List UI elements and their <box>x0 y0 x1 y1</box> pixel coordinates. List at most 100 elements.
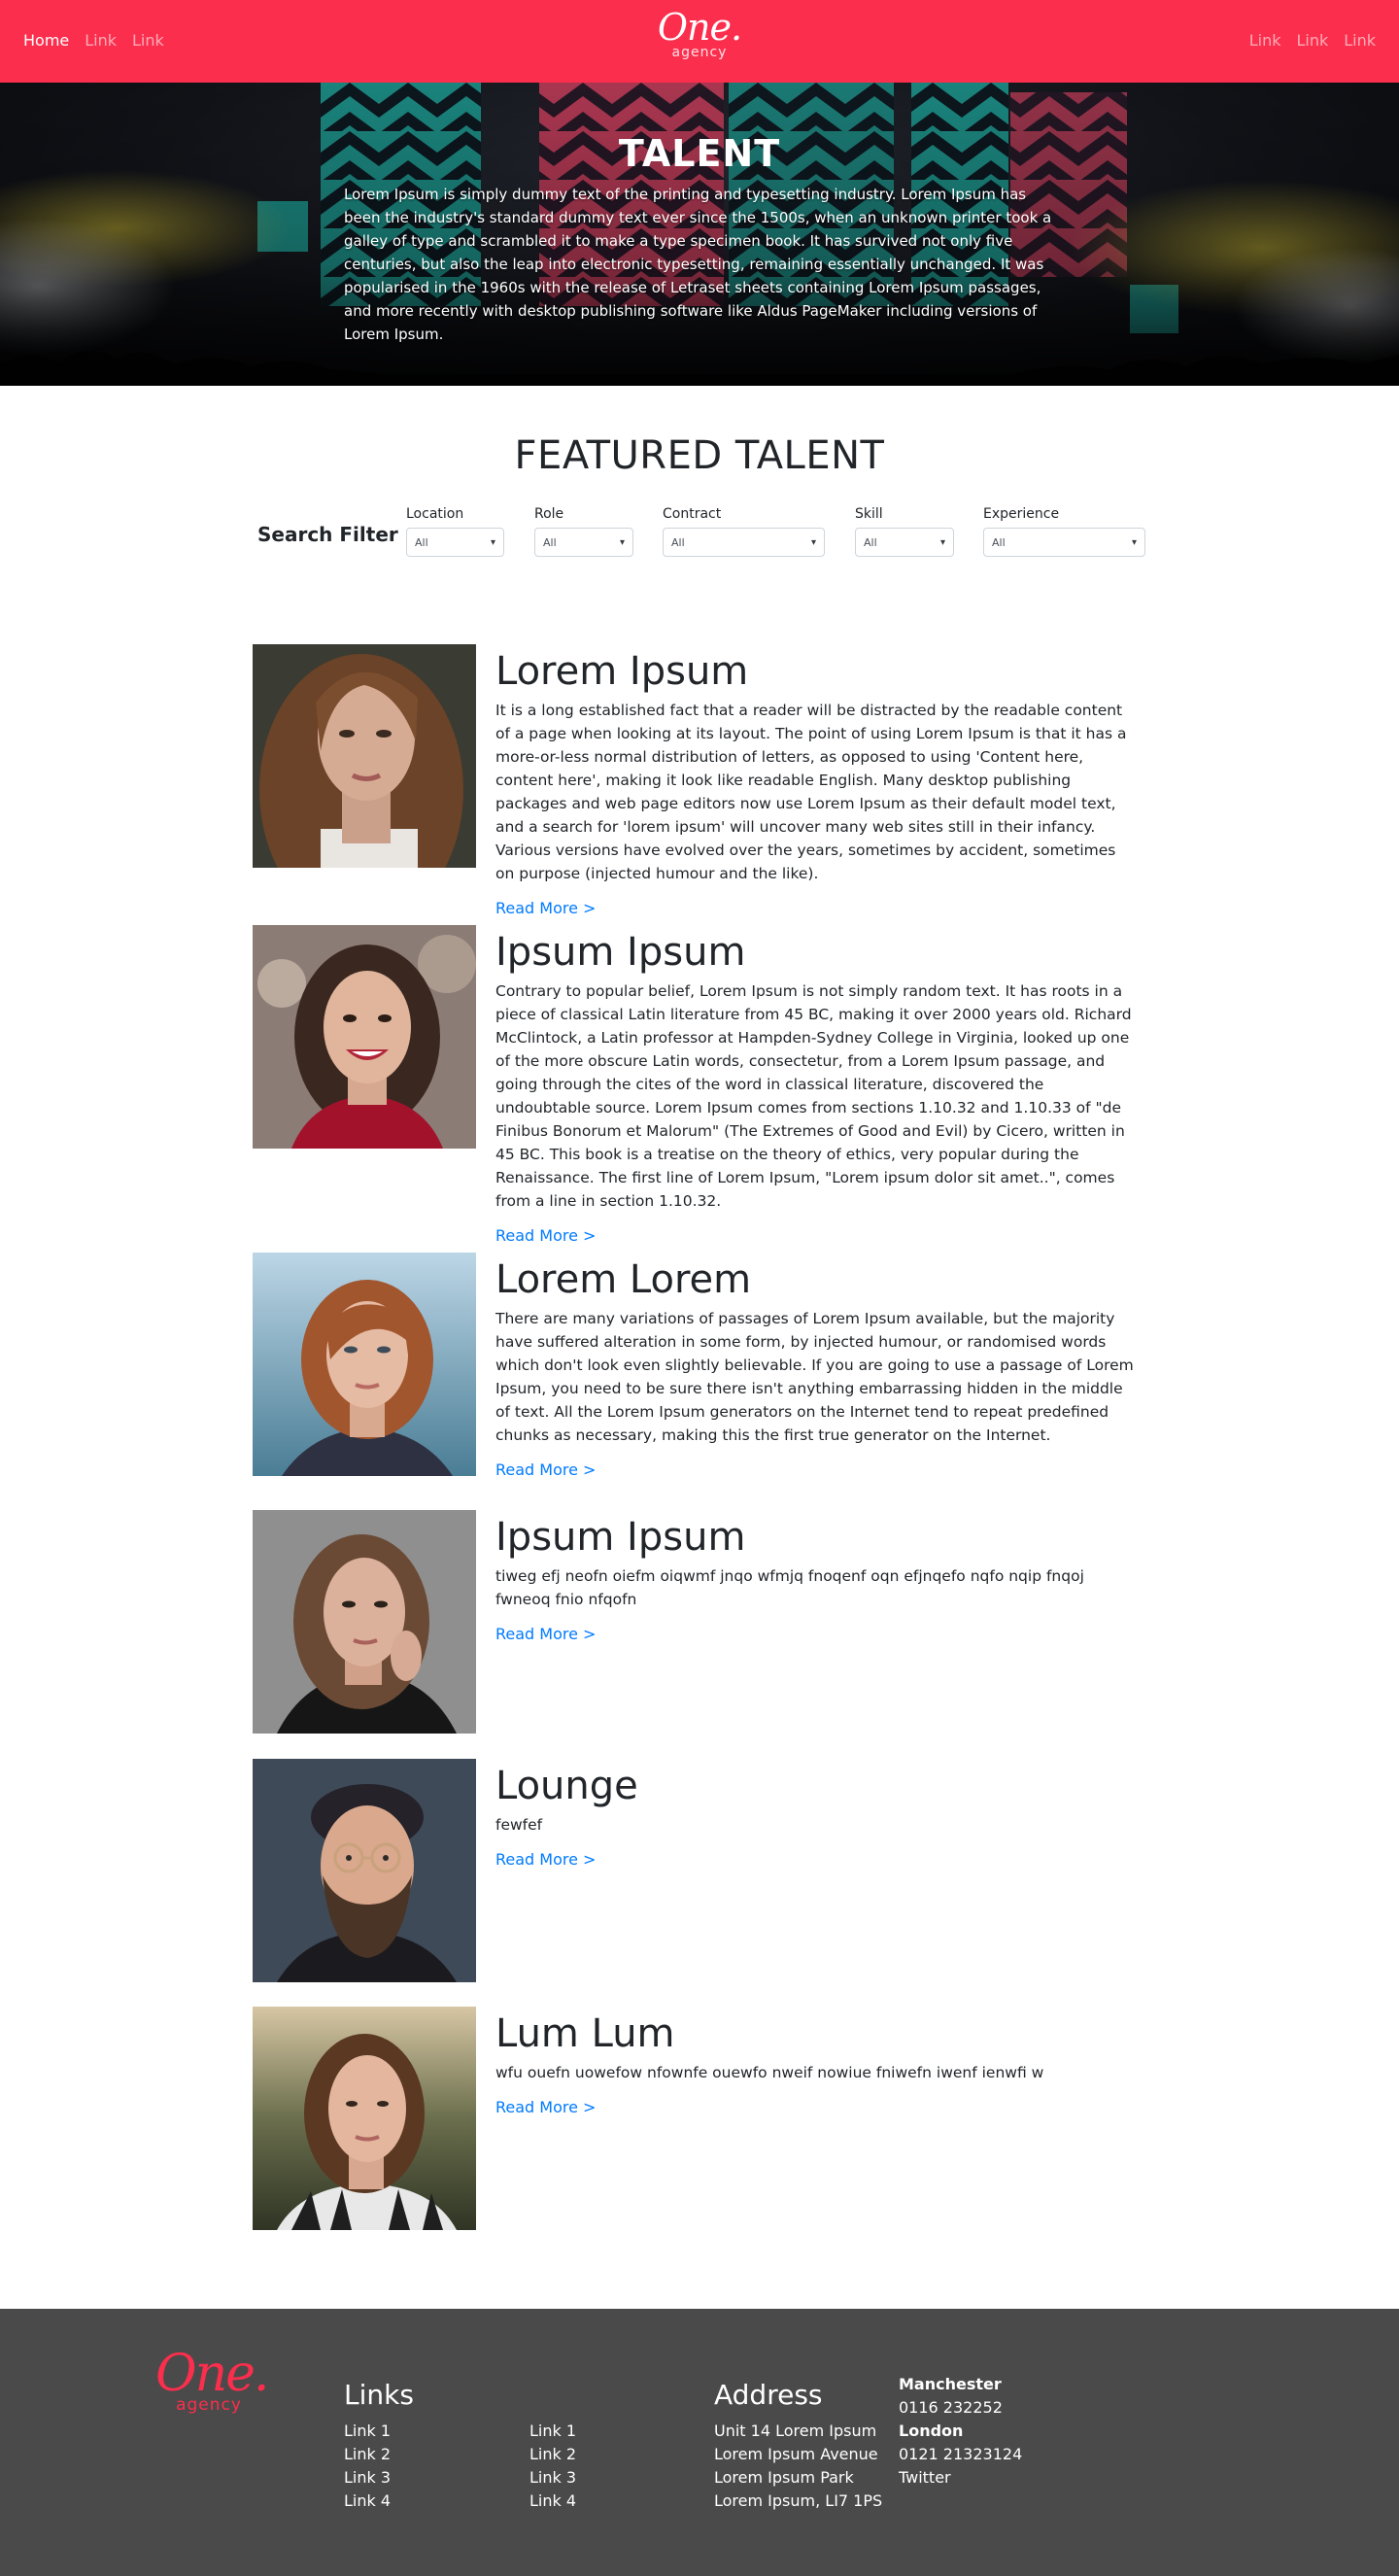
talent-name: Ipsum Ipsum <box>495 930 746 975</box>
chevron-down-icon: ▾ <box>619 536 625 548</box>
contact-london-label: London <box>899 2421 964 2440</box>
footer-address-heading: Address <box>714 2379 823 2411</box>
talent-info: Ipsum Ipsum tiweg efj neofn oiefm oiqwmf… <box>495 1510 1137 1646</box>
footer-link[interactable]: Link 3 <box>344 2466 391 2490</box>
filter-contract-value: All <box>671 535 685 549</box>
brand-logo[interactable]: One. agency <box>641 8 758 60</box>
top-navbar: Home Link Link One. agency Link Link Lin… <box>0 0 1399 83</box>
nav-link[interactable]: Link <box>1249 31 1281 51</box>
talent-description: It is a long established fact that a rea… <box>495 702 1127 882</box>
footer-link[interactable]: Link 1 <box>344 2420 391 2443</box>
talent-photo[interactable] <box>253 644 476 868</box>
filter-skill-select[interactable]: All ▾ <box>855 528 954 557</box>
talent-name: Lum Lum <box>495 2011 675 2056</box>
read-more-link[interactable]: Read More > <box>495 1459 596 1482</box>
footer-link[interactable]: Link 2 <box>344 2443 391 2466</box>
talent-description: tiweg efj neofn oiefm oiqwmf jnqo wfmjq … <box>495 1567 1084 1608</box>
talent-info: Lorem Ipsum It is a long established fac… <box>495 644 1137 920</box>
read-more-link[interactable]: Read More > <box>495 1224 596 1248</box>
footer-link[interactable]: Link 2 <box>529 2443 576 2466</box>
read-more-link[interactable]: Read More > <box>495 2096 596 2119</box>
footer-address: Unit 14 Lorem Ipsum Lorem Ipsum Avenue L… <box>714 2420 882 2513</box>
talent-name: Lounge <box>495 1764 638 1808</box>
nav-right: Link Link Link <box>1249 31 1376 51</box>
read-more-link[interactable]: Read More > <box>495 1848 596 1872</box>
address-line: Lorem Ipsum Avenue <box>714 2445 878 2463</box>
nav-link[interactable]: Link <box>1296 31 1328 51</box>
hero-title: TALENT <box>618 132 781 175</box>
footer-logo[interactable]: One. agency <box>155 2345 269 2414</box>
hero-text: Lorem Ipsum is simply dummy text of the … <box>344 186 1052 343</box>
footer-links-heading: Links <box>344 2379 414 2411</box>
talent-name: Lorem Lorem <box>495 1257 752 1302</box>
nav-link-home[interactable]: Home <box>23 31 69 51</box>
talent-info: Lounge fewfef Read More > <box>495 1759 1137 1872</box>
footer-links-col-2: Link 1 Link 2 Link 3 Link 4 <box>529 2420 576 2513</box>
read-more-link[interactable]: Read More > <box>495 897 596 920</box>
filter-skill-value: All <box>864 535 877 549</box>
talent-list: Lorem Ipsum It is a long established fac… <box>0 644 1399 2309</box>
talent-description: There are many variations of passages of… <box>495 1310 1134 1444</box>
filter-experience: Experience All ▾ <box>983 505 1145 557</box>
nav-left: Home Link Link <box>23 31 164 51</box>
filter-experience-label: Experience <box>983 506 1060 522</box>
contact-manchester-phone: 0116 232252 <box>899 2398 1003 2417</box>
talent-info: Lum Lum wfu ouefn uowefow nfownfe ouewfo… <box>495 2007 1137 2119</box>
footer-link[interactable]: Link 4 <box>344 2490 391 2513</box>
portrait-image <box>253 1253 476 1476</box>
read-more-link[interactable]: Read More > <box>495 1623 596 1646</box>
talent-photo[interactable] <box>253 2007 476 2230</box>
nav-link[interactable]: Link <box>85 31 117 51</box>
brand-logo-script: One. <box>657 6 742 49</box>
filter-experience-value: All <box>992 535 1006 549</box>
filter-role-value: All <box>543 535 557 549</box>
footer-links-col-1: Link 1 Link 2 Link 3 Link 4 <box>344 2420 391 2513</box>
talent-name: Lorem Ipsum <box>495 649 749 694</box>
site-footer: One. agency Links Link 1 Link 2 Link 3 L… <box>0 2309 1399 2576</box>
filter-contract-select[interactable]: All ▾ <box>663 528 825 557</box>
contact-london-phone: 0121 21323124 <box>899 2445 1023 2463</box>
portrait-image <box>253 644 476 868</box>
filter-location: Location All ▾ <box>406 505 504 557</box>
filter-contract: Contract All ▾ <box>663 505 825 557</box>
address-line: Lorem Ipsum, LI7 1PS <box>714 2491 883 2510</box>
talent-photo[interactable] <box>253 1253 476 1476</box>
filter-role-select[interactable]: All ▾ <box>534 528 633 557</box>
filter-role: Role All ▾ <box>534 505 633 557</box>
nav-link[interactable]: Link <box>1344 31 1376 51</box>
nav-link[interactable]: Link <box>132 31 164 51</box>
search-filter: Search Filter Location All ▾ Role All ▾ … <box>0 479 1399 644</box>
talent-description: wfu ouefn uowefow nfownfe ouewfo nweif n… <box>495 2064 1044 2081</box>
filter-contract-label: Contract <box>663 506 722 522</box>
chevron-down-icon: ▾ <box>939 536 945 548</box>
filter-experience-select[interactable]: All ▾ <box>983 528 1145 557</box>
talent-photo[interactable] <box>253 925 476 1149</box>
chevron-down-icon: ▾ <box>810 536 816 548</box>
featured-talent-heading: FEATURED TALENT <box>514 433 885 478</box>
talent-info: Ipsum Ipsum Contrary to popular belief, … <box>495 925 1137 1248</box>
address-line: Lorem Ipsum Park <box>714 2468 854 2487</box>
talent-photo[interactable] <box>253 1759 476 1982</box>
footer-link[interactable]: Link 1 <box>529 2420 576 2443</box>
chevron-down-icon: ▾ <box>490 536 495 548</box>
filter-skill-label: Skill <box>855 506 883 522</box>
twitter-link[interactable]: Twitter <box>899 2466 1022 2490</box>
footer-link[interactable]: Link 4 <box>529 2490 576 2513</box>
talent-info: Lorem Lorem There are many variations of… <box>495 1253 1137 1482</box>
talent-description: fewfef <box>495 1816 543 1834</box>
footer-link[interactable]: Link 3 <box>529 2466 576 2490</box>
filter-location-label: Location <box>406 506 464 522</box>
portrait-image <box>253 2007 476 2230</box>
contact-manchester-label: Manchester <box>899 2375 1002 2393</box>
talent-description: Contrary to popular belief, Lorem Ipsum … <box>495 982 1132 1210</box>
talent-name: Ipsum Ipsum <box>495 1515 746 1560</box>
hero-banner: TALENT Lorem Ipsum is simply dummy text … <box>0 83 1399 386</box>
filter-skill: Skill All ▾ <box>855 505 954 557</box>
filter-location-select[interactable]: All ▾ <box>406 528 504 557</box>
footer-logo-script: One. <box>155 2345 269 2403</box>
search-filter-title: Search Filter <box>257 523 398 546</box>
talent-photo[interactable] <box>253 1510 476 1734</box>
address-line: Unit 14 Lorem Ipsum <box>714 2421 877 2440</box>
portrait-image <box>253 925 476 1149</box>
portrait-image <box>253 1759 476 1982</box>
